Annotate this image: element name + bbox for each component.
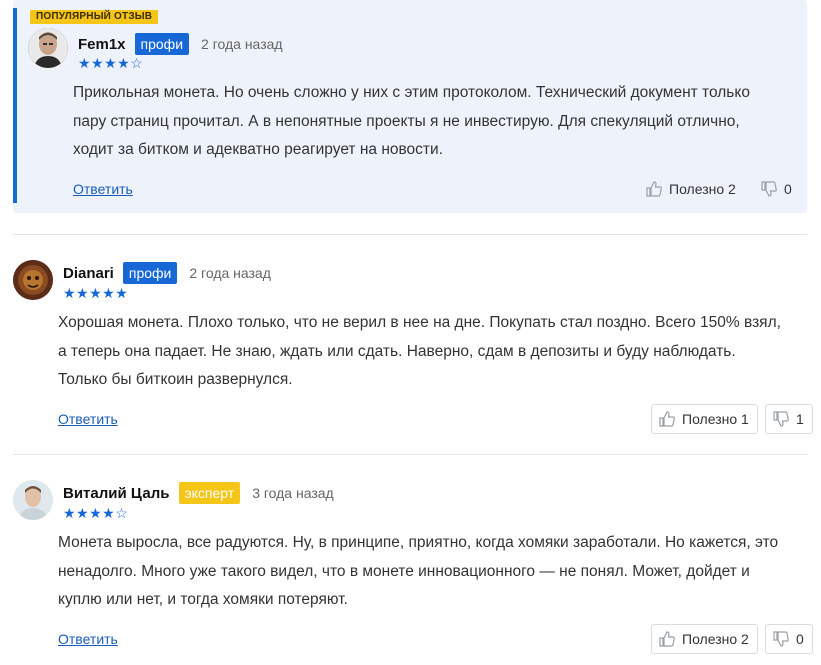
review-header: Dianari профи 2 года назад	[63, 262, 271, 284]
review-header: Виталий Цаль эксперт 3 года назад	[63, 482, 334, 504]
reply-link[interactable]: Ответить	[73, 181, 133, 197]
dislike-button[interactable]: 0	[765, 624, 813, 654]
thumb-up-icon	[659, 411, 675, 427]
review-text-line: Хорошая монета. Плохо только, что не вер…	[58, 314, 781, 331]
thumb-down-icon	[773, 631, 789, 647]
thumb-up-icon	[659, 631, 675, 647]
author-name[interactable]: Dianari	[63, 265, 114, 282]
author-status-badge: профи	[122, 262, 178, 284]
rating-stars: ★★★★☆	[78, 55, 144, 71]
avatar-photo	[13, 260, 53, 300]
review-text: Монета выросла, все радуются. Ну, в прин…	[58, 529, 778, 615]
reply-link[interactable]: Ответить	[58, 411, 118, 427]
review-text-line: Монета выросла, все радуются. Ну, в прин…	[58, 534, 779, 551]
popular-review-badge: ПОПУЛЯРНЫЙ ОТЗЫВ	[30, 10, 159, 24]
useful-button[interactable]: Полезно 2	[651, 624, 758, 654]
review-text-line: а теперь она падает. Не знаю, ждать или …	[58, 342, 736, 360]
author-status-badge: профи	[134, 33, 190, 55]
author-status-badge: эксперт	[178, 482, 241, 504]
review-text-line: Прикольная монета. Но очень сложно у них…	[73, 84, 750, 101]
useful-button[interactable]: Полезно 1	[651, 404, 758, 434]
review-text-line: куплю или нет, и тогда хомяки потеряют.	[58, 591, 348, 608]
review-text: Хорошая монета. Плохо только, что не вер…	[58, 309, 781, 395]
rating-stars: ★★★★★	[63, 285, 129, 301]
avatar-photo	[28, 28, 68, 68]
rating-stars: ★★★★☆	[63, 505, 129, 521]
review-text-line: ненадолго. Много уже такого видел, что в…	[58, 562, 750, 580]
avatar[interactable]	[13, 480, 53, 520]
review-header: Fem1x профи 2 года назад	[78, 33, 283, 55]
useful-button[interactable]: Полезно 2	[645, 176, 736, 202]
avatar-photo	[13, 480, 53, 520]
avatar[interactable]	[13, 260, 53, 300]
review-text-line: пару страниц прочитал. А в непонятные пр…	[73, 112, 740, 130]
useful-label: Полезно 2	[669, 181, 736, 197]
review-date: 2 года назад	[201, 36, 283, 52]
thumb-down-icon	[761, 181, 777, 197]
thumb-down-icon	[773, 411, 789, 427]
review-text: Прикольная монета. Но очень сложно у них…	[73, 79, 750, 165]
dislike-button[interactable]: 1	[765, 404, 813, 434]
review-date: 2 года назад	[189, 265, 271, 281]
useful-label: Полезно 2	[682, 631, 749, 647]
review-text-line: Только бы биткоин развернулся.	[58, 371, 293, 388]
review-text-line: ходит за битком и адекватно реагирует на…	[73, 141, 443, 158]
divider	[13, 454, 807, 455]
review-date: 3 года назад	[252, 485, 334, 501]
reply-link[interactable]: Ответить	[58, 631, 118, 647]
dislike-count: 1	[796, 411, 804, 427]
dislike-count: 0	[784, 181, 792, 197]
useful-label: Полезно 1	[682, 411, 749, 427]
divider	[13, 234, 807, 235]
dislike-count: 0	[796, 631, 804, 647]
thumb-up-icon	[646, 181, 662, 197]
author-name[interactable]: Fem1x	[78, 36, 126, 53]
dislike-button[interactable]: 0	[760, 176, 792, 202]
author-name[interactable]: Виталий Цаль	[63, 485, 170, 502]
avatar[interactable]	[28, 28, 68, 68]
popular-accent-bar	[13, 8, 17, 203]
